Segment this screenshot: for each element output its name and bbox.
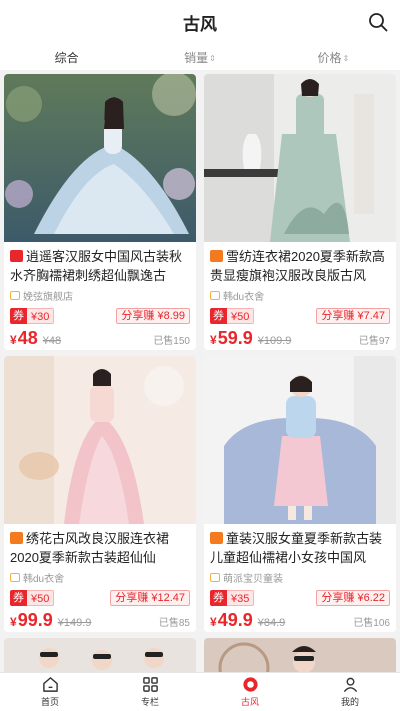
coupon-badge[interactable]: 券 ¥50	[210, 308, 255, 324]
sort-tab-price[interactable]: 价格⇕	[267, 49, 400, 66]
product-title: 童装汉服女童夏季新款古装儿童超仙襦裙小女孩中国风	[210, 529, 390, 567]
shop-icon	[10, 572, 20, 582]
product-card[interactable]: 绣花古风改良汉服连衣裙2020夏季新款古装超仙仙 韩du衣舍 券 ¥50 分享赚 …	[4, 356, 196, 632]
product-card[interactable]: 逍遥客汉服女中国风古装秋水齐胸襦裙刺绣超仙飘逸古 娩弦旗舰店 券 ¥30 分享赚 …	[4, 74, 196, 350]
sort-tab-label: 销量	[184, 50, 209, 65]
coupon-value: ¥50	[27, 590, 55, 606]
coupon-value: ¥50	[227, 308, 255, 324]
product-title-text: 童装汉服女童夏季新款古装儿童超仙襦裙小女孩中国风	[210, 531, 383, 565]
taobao-icon	[210, 532, 223, 544]
price-symbol: ¥	[210, 615, 217, 629]
product-card[interactable]	[4, 638, 196, 672]
coupon-label: 券	[10, 308, 27, 324]
shop-name: 萌派宝贝童装	[210, 569, 390, 585]
price: 48	[17, 328, 38, 348]
product-card[interactable]: 童装汉服女童夏季新款古装儿童超仙襦裙小女孩中国风 萌派宝贝童装 券 ¥35 分享赚…	[204, 356, 396, 632]
shop-name-text: 娩弦旗舰店	[23, 291, 73, 303]
product-title-text: 逍遥客汉服女中国风古装秋水齐胸襦裙刺绣超仙飘逸古	[10, 249, 183, 283]
tab-gufeng[interactable]: 古风	[200, 673, 300, 711]
coupon-badge[interactable]: 券 ¥50	[10, 590, 55, 606]
product-title-text: 雪纺连衣裙2020夏季新款高贵显瘦旗袍汉服改良版古风	[210, 249, 385, 283]
product-title: 绣花古风改良汉服连衣裙2020夏季新款古装超仙仙	[10, 529, 190, 567]
price: 99.9	[17, 610, 53, 630]
sort-arrows-icon: ⇕	[342, 53, 350, 63]
search-icon[interactable]	[368, 12, 388, 32]
tab-label: 首页	[40, 697, 59, 707]
original-price: ¥48	[42, 335, 62, 347]
product-image[interactable]	[4, 356, 196, 524]
target-icon	[242, 677, 258, 692]
coupon-label: 券	[210, 308, 227, 324]
shop-name-text: 萌派宝贝童装	[223, 573, 283, 585]
product-title: 逍遥客汉服女中国风古装秋水齐胸襦裙刺绣超仙飘逸古	[10, 247, 190, 285]
tab-mine[interactable]: 我的	[300, 673, 400, 711]
product-image[interactable]	[204, 356, 396, 524]
price-symbol: ¥	[10, 615, 17, 629]
price: 49.9	[217, 610, 253, 630]
product-grid: 逍遥客汉服女中国风古装秋水齐胸襦裙刺绣超仙飘逸古 娩弦旗舰店 券 ¥30 分享赚 …	[0, 74, 400, 672]
tmall-icon	[10, 250, 23, 262]
price-symbol: ¥	[210, 333, 217, 347]
taobao-icon	[10, 532, 23, 544]
product-card[interactable]: 雪纺连衣裙2020夏季新款高贵显瘦旗袍汉服改良版古风 韩du衣舍 券 ¥50 分享…	[204, 74, 396, 350]
shop-icon	[210, 572, 220, 582]
coupon-badge[interactable]: 券 ¥30	[10, 308, 55, 324]
user-icon	[343, 677, 357, 693]
sort-arrows-icon: ⇕	[209, 53, 216, 63]
original-price: ¥84.9	[257, 617, 286, 629]
tab-label: 我的	[340, 697, 359, 707]
tab-column[interactable]: 专栏	[100, 673, 200, 711]
shop-name: 娩弦旗舰店	[10, 287, 190, 303]
original-price: ¥109.9	[257, 335, 292, 347]
tab-label: 专栏	[140, 697, 159, 707]
shop-icon	[10, 290, 20, 300]
shop-name-text: 韩du衣舍	[23, 573, 65, 585]
sort-tab-label: 综合	[54, 50, 79, 65]
home-icon	[42, 677, 58, 692]
shop-name: 韩du衣舍	[210, 287, 390, 303]
product-card[interactable]	[204, 638, 396, 672]
original-price: ¥149.9	[57, 617, 92, 629]
product-image[interactable]	[204, 638, 396, 672]
sold-count: 已售97	[358, 336, 390, 347]
sold-count: 已售85	[158, 618, 190, 629]
product-image[interactable]	[4, 74, 196, 242]
coupon-label: 券	[10, 590, 27, 606]
sold-count: 已售106	[353, 618, 390, 629]
page-title: 古风	[183, 14, 217, 34]
share-earn-button[interactable]: 分享赚 ¥6.22	[316, 590, 390, 606]
sort-tab-sales[interactable]: 销量⇕	[133, 49, 266, 66]
price-symbol: ¥	[10, 333, 17, 347]
shop-name-text: 韩du衣舍	[223, 291, 265, 303]
price: 59.9	[217, 328, 253, 348]
product-image[interactable]	[204, 74, 396, 242]
product-title-text: 绣花古风改良汉服连衣裙2020夏季新款古装超仙仙	[10, 531, 170, 565]
coupon-value: ¥30	[27, 308, 55, 324]
product-title: 雪纺连衣裙2020夏季新款高贵显瘦旗袍汉服改良版古风	[210, 247, 390, 285]
share-earn-button[interactable]: 分享赚 ¥7.47	[316, 308, 390, 324]
top-bar: 古风	[0, 0, 400, 44]
bottom-tab-bar: 首页 专栏 古风 我的	[0, 672, 400, 711]
share-earn-button[interactable]: 分享赚 ¥8.99	[116, 308, 190, 324]
share-earn-button[interactable]: 分享赚 ¥12.47	[110, 590, 190, 606]
coupon-badge[interactable]: 券 ¥35	[210, 590, 255, 606]
tab-label: 古风	[240, 697, 259, 707]
sort-tab-overall[interactable]: 综合	[0, 49, 133, 66]
taobao-icon	[210, 250, 223, 262]
sort-tab-label: 价格	[317, 50, 342, 65]
tab-home[interactable]: 首页	[0, 673, 100, 711]
app-root: 古风 综合 销量⇕ 价格⇕ 逍遥客汉服女中国风古装秋水齐胸襦裙刺绣超仙飘逸古 娩…	[0, 0, 400, 711]
coupon-label: 券	[210, 590, 227, 606]
sold-count: 已售150	[153, 336, 190, 347]
shop-name: 韩du衣舍	[10, 569, 190, 585]
sort-bar: 综合 销量⇕ 价格⇕	[0, 44, 400, 70]
shop-icon	[210, 290, 220, 300]
grid-icon	[142, 677, 158, 692]
product-image[interactable]	[4, 638, 196, 672]
coupon-value: ¥35	[227, 590, 255, 606]
